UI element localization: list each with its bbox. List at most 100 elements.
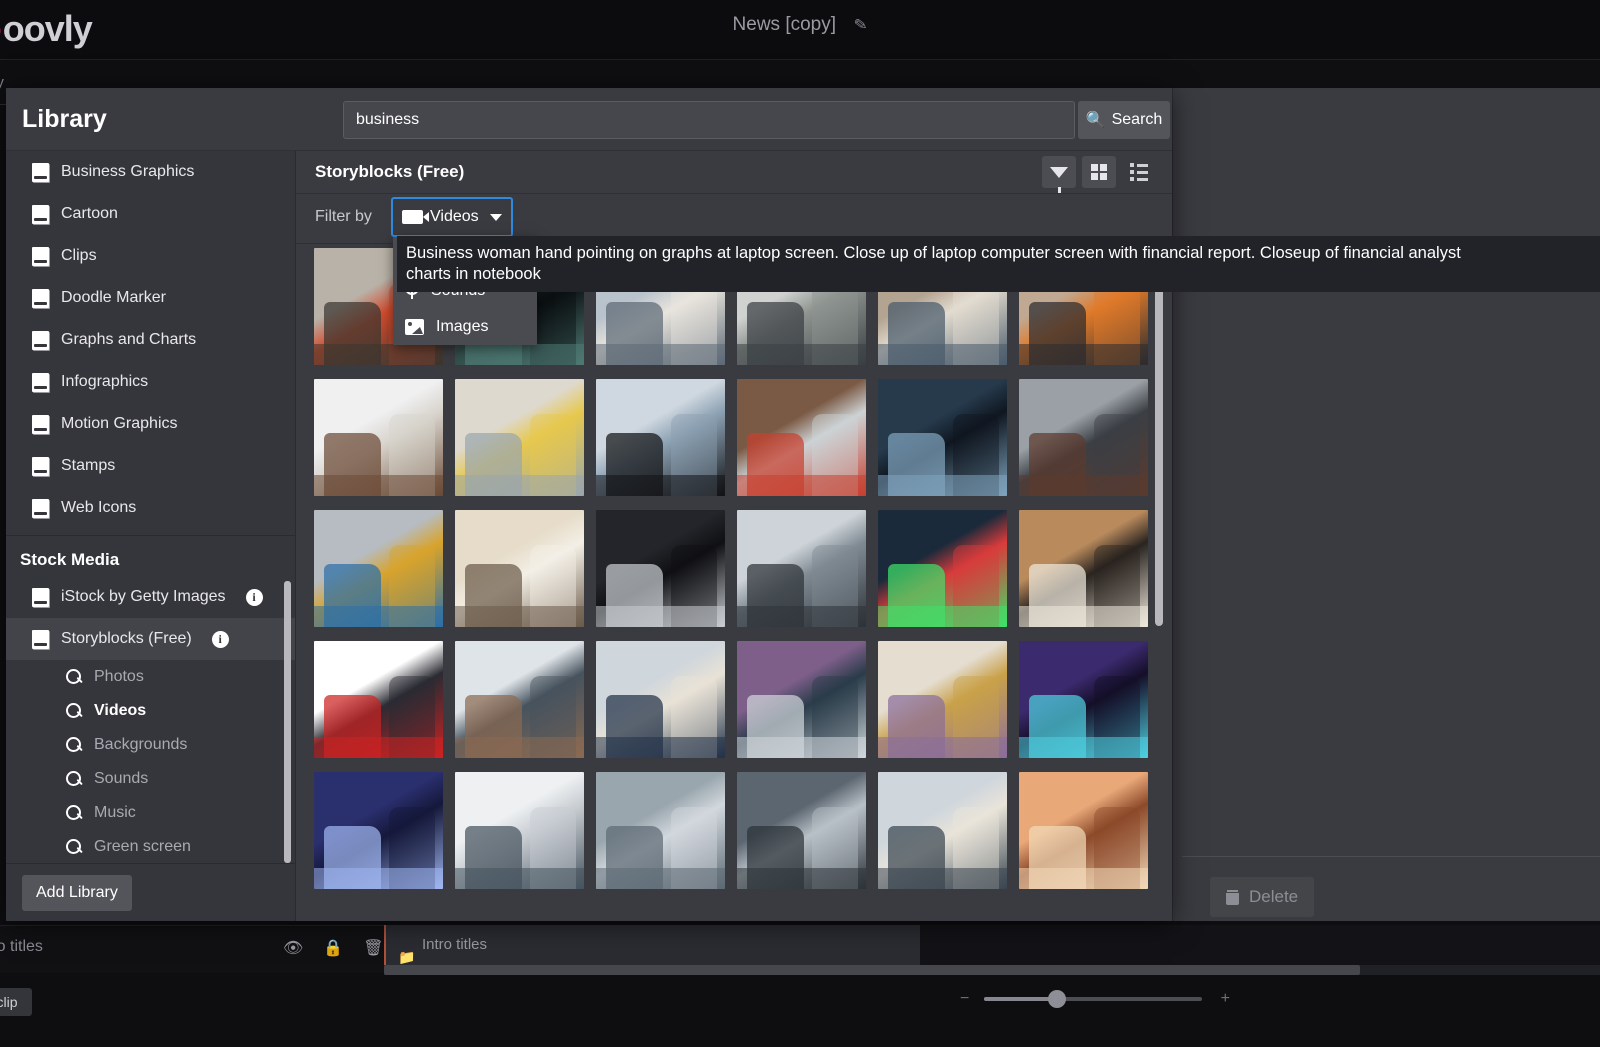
- search-icon: [66, 805, 82, 821]
- book-icon: [32, 456, 49, 476]
- library-modal-header: Library 🔍 Search: [6, 88, 1172, 151]
- sidebar-item-graphs-and-charts[interactable]: Graphs and Charts: [6, 319, 295, 361]
- thumbnail-item[interactable]: [878, 772, 1007, 889]
- sidebar-item-music[interactable]: Music: [6, 796, 295, 830]
- thumbnail-shape: [878, 867, 1007, 889]
- book-icon: [32, 330, 49, 350]
- sidebar-item-videos[interactable]: Videos: [6, 694, 295, 728]
- properties-panel: Delete: [1172, 88, 1600, 921]
- thumbnail-item[interactable]: [455, 772, 584, 889]
- search-button[interactable]: 🔍 Search: [1078, 101, 1170, 139]
- thumbnail-shape: [737, 343, 866, 365]
- thumbnail-item[interactable]: [737, 379, 866, 496]
- sidebar-footer: Add Library: [6, 863, 295, 921]
- image-icon: [405, 319, 424, 335]
- timeline-scrollbar-thumb[interactable]: [384, 965, 1360, 975]
- filter-icon: [1050, 166, 1068, 193]
- add-library-button[interactable]: Add Library: [22, 874, 132, 911]
- thumbnail-item[interactable]: [596, 510, 725, 627]
- dropdown-option-images[interactable]: Images: [393, 309, 537, 345]
- sidebar-item-istock[interactable]: iStock by Getty Images i: [6, 576, 295, 618]
- delete-button[interactable]: Delete: [1210, 877, 1315, 917]
- sidebar-item-cartoon[interactable]: Cartoon: [6, 193, 295, 235]
- thumbnail-item[interactable]: [737, 772, 866, 889]
- thumbnail-item[interactable]: [878, 379, 1007, 496]
- thumbnail-shape: [1019, 343, 1148, 365]
- thumbnail-item[interactable]: [737, 641, 866, 758]
- sidebar-item-label: Web Icons: [61, 499, 137, 516]
- app-topbar: ●oovly News [copy]✎: [0, 0, 1600, 60]
- thumbnail-item[interactable]: [1019, 510, 1148, 627]
- lock-icon[interactable]: 🔒: [323, 938, 343, 958]
- search-input[interactable]: [343, 101, 1075, 139]
- trash-icon[interactable]: 🗑: [363, 938, 383, 958]
- thumbnail-item[interactable]: [314, 379, 443, 496]
- sidebar-subitem-label: Videos: [94, 702, 147, 719]
- sidebar-item-motion-graphics[interactable]: Motion Graphics: [6, 403, 295, 445]
- thumbnail-item[interactable]: [455, 379, 584, 496]
- sidebar-subitem-label: Sounds: [94, 770, 149, 787]
- book-icon: [32, 587, 49, 607]
- view-mode-buttons: [1042, 156, 1156, 193]
- thumbnail-item[interactable]: [596, 641, 725, 758]
- thumbnail-shape: [596, 605, 725, 627]
- thumbnail-item[interactable]: [1019, 379, 1148, 496]
- thumbnail-item[interactable]: [314, 772, 443, 889]
- sidebar-item-label: Motion Graphics: [61, 415, 178, 432]
- search-icon: [66, 771, 82, 787]
- sidebar-scrollbar-thumb[interactable]: [284, 581, 291, 863]
- thumbnail-item[interactable]: [1019, 641, 1148, 758]
- sidebar-item-business-graphics[interactable]: Business Graphics: [6, 151, 295, 193]
- content-source-title: Storyblocks (Free): [315, 162, 465, 181]
- thumbnail-item[interactable]: [596, 772, 725, 889]
- sidebar-item-label: Storyblocks (Free): [61, 630, 192, 647]
- sidebar-item-photos[interactable]: Photos: [6, 660, 295, 694]
- sidebar-item-sounds[interactable]: Sounds: [6, 762, 295, 796]
- thumbnail-shape: [455, 343, 584, 365]
- grid-view-button[interactable]: [1082, 156, 1116, 188]
- sidebar-item-storyblocks[interactable]: Storyblocks (Free) i: [6, 618, 295, 660]
- info-icon[interactable]: i: [211, 630, 229, 648]
- filter-toggle-button[interactable]: [1042, 156, 1076, 193]
- sidebar-subitem-label: Backgrounds: [94, 736, 188, 753]
- sidebar-item-infographics[interactable]: Infographics: [6, 361, 295, 403]
- thumbnail-item[interactable]: [596, 379, 725, 496]
- search-icon: [66, 703, 82, 719]
- thumbnail-item[interactable]: [314, 510, 443, 627]
- thumbnail-item[interactable]: [314, 641, 443, 758]
- zoom-out-button[interactable]: −: [960, 990, 969, 1008]
- app-root: ●oovly News [copy]✎ rary 🔍 business ↗ ● …: [0, 0, 1600, 1047]
- eye-icon[interactable]: 👁: [283, 938, 303, 958]
- thumbnail-item[interactable]: [878, 641, 1007, 758]
- thumbnail-item[interactable]: [455, 510, 584, 627]
- sidebar-item-clips[interactable]: Clips: [6, 235, 295, 277]
- media-type-select[interactable]: Videos: [391, 197, 513, 237]
- grid-scrollbar[interactable]: [1155, 246, 1163, 918]
- thumbnail-shape: [737, 736, 866, 758]
- sidebar-item-green-screen[interactable]: Green screen: [6, 830, 295, 863]
- thumbnail-item[interactable]: [455, 641, 584, 758]
- info-icon[interactable]: i: [245, 588, 263, 606]
- sidebar-item-doodle-marker[interactable]: Doodle Marker: [6, 277, 295, 319]
- sidebar-item-label: Graphs and Charts: [61, 331, 197, 348]
- thumbnail-shape: [314, 867, 443, 889]
- clip-button[interactable]: clip: [0, 988, 32, 1016]
- library-sidebar: Business Graphics Cartoon Clips Doodle M…: [6, 151, 296, 921]
- sidebar-item-stamps[interactable]: Stamps: [6, 445, 295, 487]
- list-view-button[interactable]: [1122, 156, 1156, 188]
- sidebar-item-web-icons[interactable]: Web Icons: [6, 487, 295, 529]
- thumbnail-grid-wrapper: [296, 244, 1172, 920]
- edit-title-icon[interactable]: ✎: [853, 14, 869, 36]
- sidebar-item-backgrounds[interactable]: Backgrounds: [6, 728, 295, 762]
- thumbnail-item[interactable]: [1019, 772, 1148, 889]
- zoom-slider-handle[interactable]: [1048, 990, 1066, 1008]
- grid-scrollbar-thumb[interactable]: [1155, 246, 1163, 626]
- zoom-in-button[interactable]: +: [1221, 990, 1230, 1008]
- sidebar-item-label: Business Graphics: [61, 163, 195, 180]
- thumbnail-item[interactable]: [737, 510, 866, 627]
- timeline-clip[interactable]: 📁 Intro titles: [384, 925, 920, 965]
- sidebar-scrollbar[interactable]: [284, 151, 291, 863]
- thumbnail-shape: [878, 343, 1007, 365]
- thumbnail-item[interactable]: [878, 510, 1007, 627]
- timeline-zoom-slider[interactable]: − +: [960, 988, 1230, 1010]
